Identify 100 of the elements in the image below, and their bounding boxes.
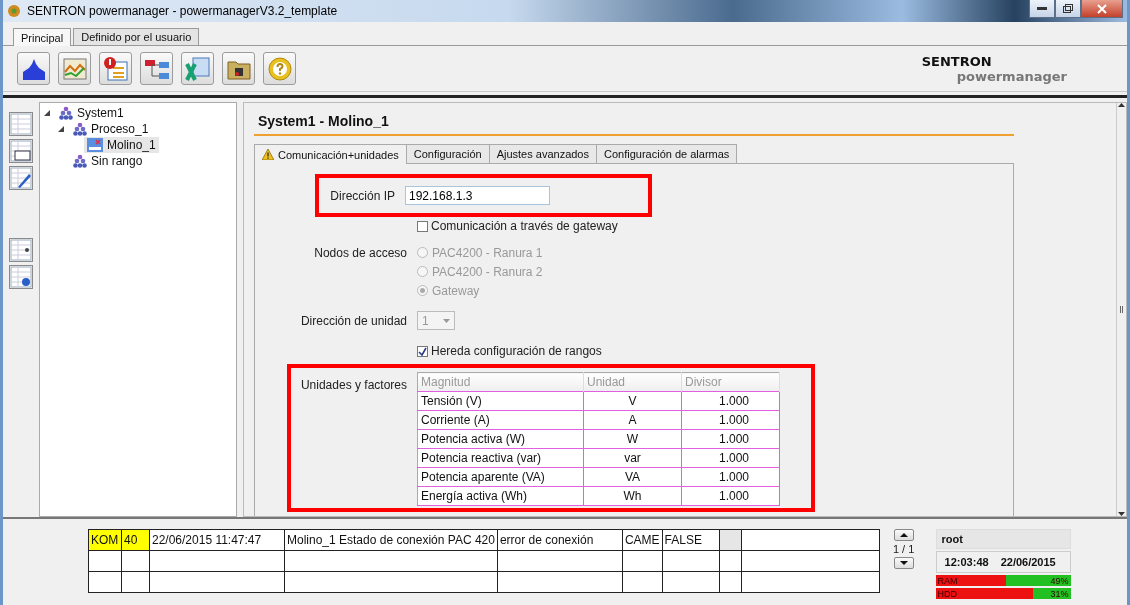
tab[interactable]: Configuración [405,144,490,164]
table-cell: 1.000 [681,429,780,449]
table-cell: Wh [583,486,682,506]
brand-name: SENTRON [921,53,992,69]
scroll-down-icon[interactable] [1118,512,1125,516]
tree-item[interactable]: Proceso_1 [70,121,152,137]
checkbox[interactable] [417,345,428,357]
table-user-icon [10,239,32,261]
table-cell: Corriente (A) [417,410,584,430]
maximize-button[interactable] [1055,0,1081,18]
side-tool-button[interactable] [9,112,33,136]
cluster-icon [73,154,87,168]
table-cell: 1.000 [681,410,780,430]
tree-item[interactable]: Sin rango [70,153,146,169]
toolbar-button[interactable] [99,52,132,85]
tab[interactable]: Configuración de alarmas [596,144,738,164]
minimize-button[interactable] [1029,0,1055,18]
table-cell: Potencia reactiva (var) [417,448,584,468]
column-header: Unidad [583,372,682,392]
restore-icon [1063,4,1073,13]
tree-item[interactable]: System1 [56,105,127,121]
minimize-icon [1037,6,1047,11]
tab[interactable]: Comunicación+unidades [254,144,407,164]
time-text: 12:03:48 [944,556,989,568]
table-cell: 1.000 [681,448,780,468]
table-cell [88,571,122,593]
table-cell: VA [583,467,682,487]
meter-reading: 49% [1049,575,1070,586]
page-down-button[interactable] [893,557,914,569]
help-icon [266,55,293,82]
toolbar-button[interactable] [140,52,173,85]
table-cell: 40 [121,529,150,551]
radio-label: PAC4200 - Ranura 2 [432,264,543,279]
table-icon [10,113,32,135]
column-header: Divisor [681,372,780,392]
scroll-up-icon[interactable] [1118,103,1125,107]
table-chart-icon [10,140,32,162]
table-cell: A [583,410,682,430]
warning-icon [262,149,274,160]
table-cell: error de conexión [497,529,623,551]
device-icon [87,138,103,152]
cluster-icon [73,122,87,136]
table-cell: Potencia activa (W) [417,429,584,449]
radio-label: PAC4200 - Ranura 1 [432,245,543,260]
table-cell: Tensión (V) [417,391,584,411]
table-cell: W [583,429,682,449]
app-gear-icon [7,4,21,18]
table-cell: V [583,391,682,411]
down-icon [899,561,908,565]
ribbon-tab[interactable]: Definido por el usuario [73,28,200,45]
spreadsheet-icon [184,55,211,82]
cluster-icon [59,106,73,120]
field-label: Unidades y factores [299,377,408,392]
toolbar-button[interactable] [17,52,50,85]
table-cell: var [583,448,682,468]
tab[interactable]: Ajustes avanzados [488,144,597,164]
page-up-button[interactable] [893,529,914,541]
close-icon [1097,3,1107,14]
table-cell: 1.000 [681,391,780,411]
date-text: 22/06/2015 [1000,556,1056,568]
table-cell: FALSE [662,529,720,551]
scroll-grip-icon[interactable] [1120,306,1123,313]
field-label: Dirección IP [329,188,396,203]
ip-field[interactable]: 192.168.1.3 [405,186,550,205]
user-name: root [935,529,1071,549]
table-cell: 1.000 [681,486,780,506]
side-tool-button[interactable] [9,166,33,190]
field-label: Dirección de unidad [299,313,408,328]
checkbox[interactable] [417,220,428,232]
table-cell: CAME [622,529,663,551]
radio-label: Gateway [432,283,480,298]
ribbon-tab[interactable]: Principal [13,28,72,46]
table-cell: KOM [88,529,122,551]
side-tool-button[interactable] [9,265,33,289]
page-indicator: 1 / 1 [892,543,915,555]
tree-item[interactable]: Molino_1 [84,137,159,153]
table-cell: Energía activa (Wh) [417,486,584,506]
brand-product: powermanager [956,68,1067,84]
table-cell: Molino_1 Estado de conexión PAC 420 [284,529,498,551]
page-title: System1 - Molino_1 [254,111,1014,136]
meter-label: RAM [936,575,959,586]
checkbox-label: Hereda configuración de rangos [431,344,602,358]
side-tool-button[interactable] [9,238,33,262]
up-icon [899,533,908,537]
table-edit-icon [10,167,32,189]
caret-icon [443,318,450,323]
field-label: Nodos de acceso [313,245,408,260]
table-cell: Potencia aparente (VA) [417,467,584,487]
table-cell: 1.000 [681,467,780,487]
table-cell: 22/06/2015 11:47:47 [149,529,285,551]
meter-label: HDD [936,588,959,599]
toolbar-button[interactable] [222,52,255,85]
column-header: Magnitud [417,372,584,392]
close-button[interactable] [1081,0,1123,18]
alert-list-icon [102,55,129,82]
line-chart-icon [61,55,88,82]
side-tool-button[interactable] [9,139,33,163]
table-gear-icon [10,266,32,288]
table-cell [88,550,122,572]
checkbox-label: Comunicación a través de gateway [431,219,618,233]
